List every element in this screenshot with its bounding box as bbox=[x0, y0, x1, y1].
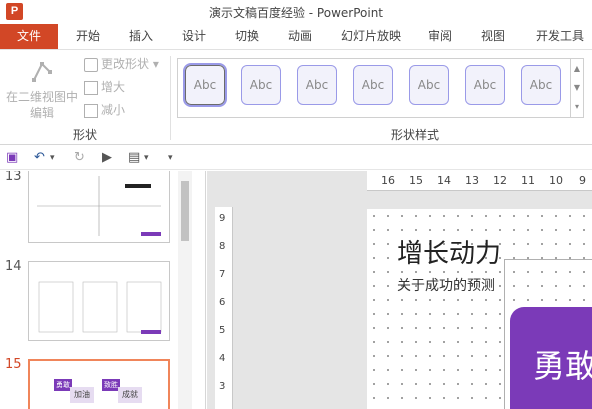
thumb-15-item-d: 成就 bbox=[118, 387, 142, 403]
thumb-15-item-b: 加油 bbox=[70, 387, 94, 403]
v-tick-6: 6 bbox=[219, 297, 226, 308]
slide-thumbnails-pane: 13 14 15 勇敢 加油 致胜 成就 bbox=[0, 171, 206, 409]
tab-animations[interactable]: 动画 bbox=[278, 24, 322, 49]
tab-slideshow[interactable]: 幻灯片放映 bbox=[332, 24, 410, 49]
group-label-shape-styles: 形状样式 bbox=[390, 128, 439, 142]
undo-dropdown-icon[interactable]: ▾ bbox=[50, 150, 55, 166]
v-tick-9: 9 bbox=[219, 213, 226, 224]
scrollbar-thumb[interactable] bbox=[181, 181, 189, 241]
slide-14-preview bbox=[38, 281, 162, 334]
h-tick-13: 13 bbox=[465, 174, 479, 187]
shape-styles-gallery: Abc Abc Abc Abc Abc Abc Abc ▲ ▼ ▾ bbox=[177, 58, 584, 118]
v-tick-3: 3 bbox=[219, 381, 226, 392]
h-tick-14: 14 bbox=[437, 174, 451, 187]
slide-number-14: 14 bbox=[5, 259, 22, 274]
tab-file[interactable]: 文件 bbox=[0, 24, 58, 49]
thumbnails-scrollbar[interactable] bbox=[178, 171, 192, 409]
slide-title[interactable]: 增长动力 bbox=[397, 233, 501, 270]
window-title: 演示文稿百度经验 - PowerPoint bbox=[208, 6, 384, 20]
redo-icon[interactable]: ↻ bbox=[74, 150, 85, 166]
edit-2d-label-2: 编辑 bbox=[29, 106, 54, 120]
tab-home[interactable]: 开始 bbox=[66, 24, 110, 49]
tab-review[interactable]: 审阅 bbox=[418, 24, 462, 49]
format-dropdown-icon[interactable]: ▾ bbox=[144, 150, 149, 166]
slide-thumbnail-15[interactable]: 勇敢 加油 致胜 成就 bbox=[28, 359, 170, 409]
slide-subtitle[interactable]: 关于成功的预测 bbox=[397, 275, 495, 295]
v-tick-7: 7 bbox=[219, 269, 226, 280]
change-shape-icon bbox=[84, 57, 98, 72]
edit-in-2d-button[interactable]: 在二维视图中 编辑 bbox=[4, 54, 80, 120]
current-slide[interactable]: 增长动力 关于成功的预测 勇敢 bbox=[367, 209, 592, 409]
v-tick-5: 5 bbox=[219, 325, 226, 336]
undo-icon[interactable]: ↶ bbox=[34, 150, 45, 166]
h-tick-12: 12 bbox=[493, 174, 507, 187]
ribbon-tabs: 文件 开始 插入 设计 切换 动画 幻灯片放映 审阅 视图 开发工具 bbox=[0, 24, 592, 49]
group-label-shape: 形状 bbox=[72, 128, 97, 142]
slide-thumbnail-13[interactable] bbox=[28, 171, 170, 243]
slide-number-13: 13 bbox=[5, 171, 22, 184]
slide-editor: 16 15 14 13 12 11 10 9 9 8 7 6 5 4 3 增长动… bbox=[207, 171, 592, 409]
tab-developer[interactable]: 开发工具 bbox=[528, 24, 592, 49]
vertical-ruler: 9 8 7 6 5 4 3 bbox=[215, 207, 233, 409]
v-tick-4: 4 bbox=[219, 353, 226, 364]
edit-2d-label-1: 在二维视图中 bbox=[5, 90, 78, 104]
decrease-label: 减小 bbox=[101, 103, 126, 117]
h-tick-10: 10 bbox=[549, 174, 563, 187]
increase-label: 增大 bbox=[101, 80, 126, 94]
tab-insert[interactable]: 插入 bbox=[119, 24, 163, 49]
tab-design[interactable]: 设计 bbox=[172, 24, 216, 49]
gallery-down-icon[interactable]: ▼ bbox=[571, 78, 583, 97]
title-bar: P 演示文稿百度经验 - PowerPoint bbox=[0, 0, 592, 24]
slide-number-15: 15 bbox=[5, 357, 22, 372]
h-tick-15: 15 bbox=[409, 174, 423, 187]
horizontal-ruler: 16 15 14 13 12 11 10 9 bbox=[367, 171, 592, 191]
tab-view[interactable]: 视图 bbox=[471, 24, 515, 49]
present-icon[interactable]: ▶ bbox=[102, 150, 112, 166]
h-tick-9: 9 bbox=[579, 174, 586, 187]
shape-style-1[interactable]: Abc bbox=[183, 63, 227, 107]
shape-style-6[interactable]: Abc bbox=[465, 65, 505, 105]
tab-transitions[interactable]: 切换 bbox=[225, 24, 269, 49]
purple-shape-text[interactable]: 勇敢 bbox=[533, 341, 592, 387]
save-icon[interactable]: ▣ bbox=[6, 150, 18, 166]
decrease-button[interactable]: 减小 bbox=[84, 100, 125, 120]
ribbon: 在二维视图中 编辑 更改形状 ▾ 增大 减小 形状 Abc Abc Abc Ab… bbox=[0, 49, 592, 145]
v-tick-8: 8 bbox=[219, 241, 226, 252]
slide-13-preview bbox=[37, 176, 161, 236]
increase-button[interactable]: 增大 bbox=[84, 77, 125, 97]
shape-style-2[interactable]: Abc bbox=[241, 65, 281, 105]
change-shape-label: 更改形状 bbox=[101, 57, 150, 71]
shape-style-4[interactable]: Abc bbox=[353, 65, 393, 105]
customize-qat-icon[interactable]: ▾ bbox=[168, 150, 173, 166]
quick-access-toolbar: ▣ ↶ ▾ ↻ ▶ ▤ ▾ ▾ bbox=[0, 146, 592, 170]
shape-style-3[interactable]: Abc bbox=[297, 65, 337, 105]
decrease-icon bbox=[84, 103, 98, 118]
gallery-more-icon[interactable]: ▾ bbox=[571, 97, 583, 116]
group-divider bbox=[170, 56, 171, 140]
h-tick-16: 16 bbox=[381, 174, 395, 187]
gallery-scroll: ▲ ▼ ▾ bbox=[570, 59, 583, 117]
shape-style-7[interactable]: Abc bbox=[521, 65, 561, 105]
slide-thumbnail-14[interactable] bbox=[28, 261, 170, 341]
gallery-up-icon[interactable]: ▲ bbox=[571, 59, 583, 78]
shape-style-5[interactable]: Abc bbox=[409, 65, 449, 105]
increase-icon bbox=[84, 80, 98, 95]
h-tick-11: 11 bbox=[521, 174, 535, 187]
edit-shape-icon bbox=[32, 62, 52, 82]
change-shape-button[interactable]: 更改形状 ▾ bbox=[84, 54, 159, 74]
format-icon[interactable]: ▤ bbox=[128, 150, 140, 166]
